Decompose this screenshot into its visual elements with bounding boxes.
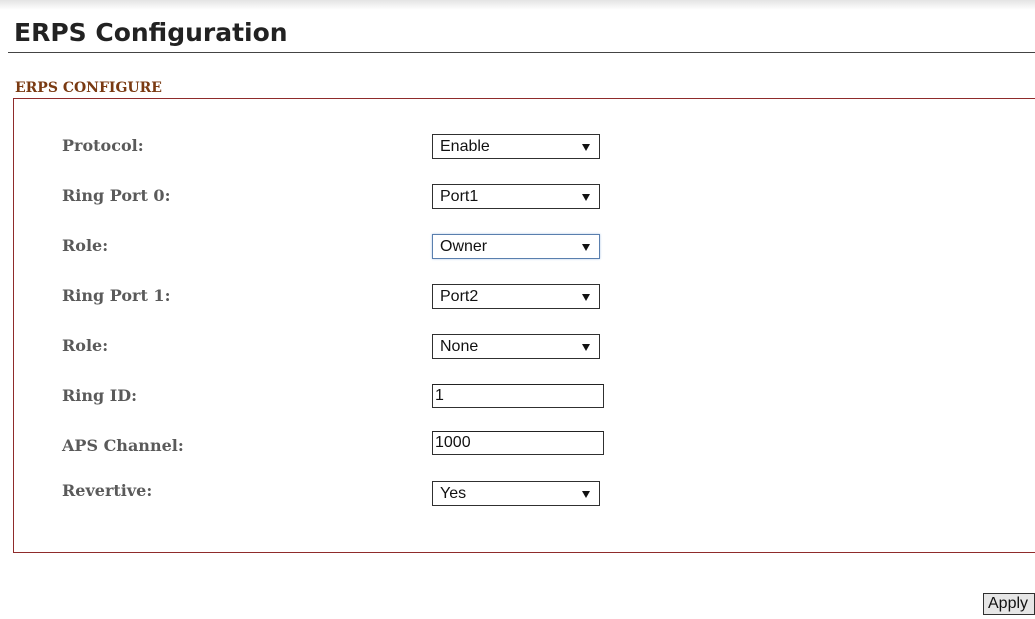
dropdown-arrow-icon — [582, 491, 590, 498]
title-divider — [8, 52, 1035, 53]
page-title: ERPS Configuration — [14, 18, 288, 47]
ring-port-0-label: Ring Port 0: — [62, 186, 171, 205]
role-1-select[interactable]: None — [432, 334, 600, 359]
ring-port-0-select[interactable]: Port1 — [432, 184, 600, 209]
dropdown-arrow-icon — [582, 144, 590, 151]
aps-channel-input[interactable]: 1000 — [432, 431, 604, 455]
role-1-label: Role: — [62, 336, 109, 355]
role-0-select-value: Owner — [440, 238, 488, 255]
revertive-select-value: Yes — [440, 485, 467, 502]
revertive-select[interactable]: Yes — [432, 481, 600, 506]
dropdown-arrow-icon — [582, 344, 590, 351]
ring-port-1-label: Ring Port 1: — [62, 286, 171, 305]
role-1-select-value: None — [440, 338, 479, 355]
apply-button[interactable]: Apply — [983, 593, 1035, 615]
ring-id-input-value: 1 — [435, 387, 444, 404]
section-title: ERPS CONFIGURE — [15, 80, 162, 96]
dropdown-arrow-icon — [582, 294, 590, 301]
dropdown-arrow-icon — [582, 194, 590, 201]
protocol-label: Protocol: — [62, 136, 144, 155]
role-0-select[interactable]: Owner — [432, 234, 600, 259]
protocol-select-value: Enable — [440, 138, 490, 155]
ring-port-0-select-value: Port1 — [440, 188, 479, 205]
ring-port-1-select[interactable]: Port2 — [432, 284, 600, 309]
dropdown-arrow-icon — [582, 244, 590, 251]
revertive-label: Revertive: — [62, 481, 153, 500]
ring-id-input[interactable]: 1 — [432, 384, 604, 408]
aps-channel-label: APS Channel: — [62, 436, 184, 455]
top-shadow — [0, 0, 1035, 10]
protocol-select[interactable]: Enable — [432, 134, 600, 159]
ring-id-label: Ring ID: — [62, 386, 138, 405]
role-0-label: Role: — [62, 236, 109, 255]
aps-channel-input-value: 1000 — [435, 434, 471, 451]
ring-port-1-select-value: Port2 — [440, 288, 479, 305]
